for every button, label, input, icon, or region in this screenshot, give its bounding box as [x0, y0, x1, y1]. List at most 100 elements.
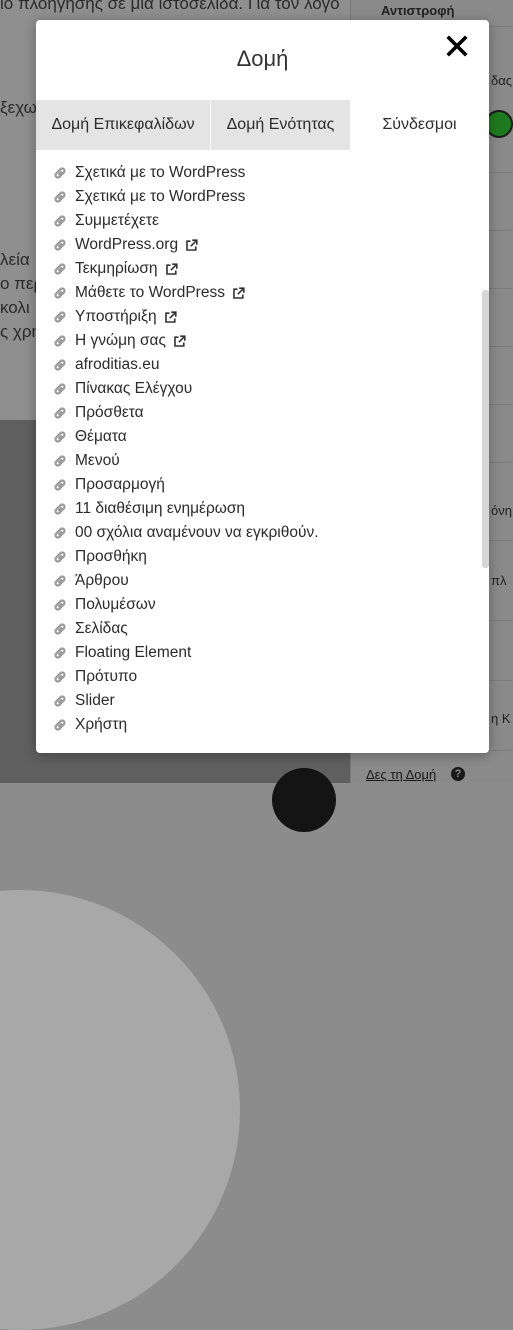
link-list-item[interactable]: Συμμετέχετε — [52, 209, 477, 233]
sidebar-text-fragment: πλ — [491, 573, 507, 588]
links-list-container[interactable]: Σχετικά με το WordPress Σχετικά με το Wor… — [36, 150, 489, 753]
background-text-fragment: κολι — [0, 298, 30, 317]
tab-section-structure[interactable]: Δομή Ενότητας — [210, 100, 350, 150]
link-label: Προσαρμογή — [75, 476, 165, 493]
link-label: Τεκμηρίωση — [75, 260, 158, 277]
link-list-item[interactable]: Προσθήκη — [52, 545, 477, 569]
close-icon[interactable] — [444, 33, 470, 59]
external-link-icon — [165, 262, 178, 276]
link-label: Η γνώμη σας — [75, 332, 166, 349]
link-icon — [52, 525, 68, 541]
link-icon — [52, 165, 68, 181]
link-label: Χρήστη — [75, 716, 128, 733]
background-avatar — [272, 768, 336, 832]
background-text-fragment: λεία — [0, 250, 30, 269]
link-label: Μενού — [75, 452, 120, 469]
link-icon — [52, 549, 68, 565]
structure-dialog: Δομή Δομή Επικεφαλίδων Δομή Ενότητας Σύν… — [36, 20, 489, 753]
link-list-item[interactable]: Μάθετε το WordPress — [52, 281, 477, 305]
link-label: Πρότυπο — [75, 668, 138, 685]
external-link-icon — [232, 286, 245, 300]
link-list-item[interactable]: 00 σχόλια αναμένουν να εγκριθούν. — [52, 521, 477, 545]
link-icon — [52, 597, 68, 613]
external-link-icon — [185, 238, 198, 252]
link-list-item[interactable]: Μενού — [52, 449, 477, 473]
link-icon — [52, 309, 68, 325]
link-list-item[interactable]: Πολυμέσων — [52, 593, 477, 617]
link-list-item[interactable]: Προσαρμογή — [52, 473, 477, 497]
link-list-item[interactable]: Πρόσθετα — [52, 401, 477, 425]
link-list-item[interactable]: Η γνώμη σας — [52, 329, 477, 353]
sidebar-title: Αντιστροφή — [381, 3, 455, 18]
link-icon — [52, 381, 68, 397]
link-icon — [52, 501, 68, 517]
link-label: afroditias.eu — [75, 356, 160, 373]
link-list-item[interactable]: Σχετικά με το WordPress — [52, 185, 477, 209]
tab-bar: Δομή Επικεφαλίδων Δομή Ενότητας Σύνδεσμο… — [36, 100, 489, 150]
link-icon — [52, 357, 68, 373]
link-label: Σχετικά με το WordPress — [75, 188, 246, 205]
external-link-icon — [164, 310, 177, 324]
link-label: Συμμετέχετε — [75, 212, 159, 229]
link-icon — [52, 717, 68, 733]
link-label: 00 σχόλια αναμένουν να εγκριθούν. — [75, 524, 319, 541]
link-list-item[interactable]: Τεκμηρίωση — [52, 257, 477, 281]
link-label: Άρθρου — [75, 572, 129, 589]
tab-heading-structure[interactable]: Δομή Επικεφαλίδων — [36, 100, 210, 150]
link-list-item[interactable]: Σχετικά με το WordPress — [52, 161, 477, 185]
link-list-item[interactable]: Σελίδας — [52, 617, 477, 641]
link-label: WordPress.org — [75, 236, 179, 253]
link-icon — [52, 573, 68, 589]
link-icon — [52, 285, 68, 301]
link-icon — [52, 621, 68, 637]
view-structure-link[interactable]: Δες τη Δομή — [366, 767, 436, 782]
link-icon — [52, 237, 68, 253]
link-label: Πρόσθετα — [75, 404, 144, 421]
background-text-fragment: ξεχω — [0, 98, 37, 117]
link-list-item[interactable]: Χρήστη — [52, 713, 477, 737]
link-icon — [52, 429, 68, 445]
link-list-item[interactable]: Υποστήριξη — [52, 305, 477, 329]
external-link-icon — [173, 334, 186, 348]
link-list-item[interactable]: WordPress.org — [52, 233, 477, 257]
link-icon — [52, 405, 68, 421]
sidebar-toggle[interactable] — [485, 110, 513, 138]
link-icon — [52, 189, 68, 205]
link-label: Πολυμέσων — [75, 596, 156, 613]
link-list-item[interactable]: Floating Element — [52, 641, 477, 665]
link-label: Θέματα — [75, 428, 127, 445]
link-label: 11 διαθέσιμη ενημέρωση — [75, 500, 246, 517]
dialog-title: Δομή — [236, 46, 289, 71]
link-icon — [52, 645, 68, 661]
link-list-item[interactable]: afroditias.eu — [52, 353, 477, 377]
link-label: Σελίδας — [75, 620, 128, 637]
link-label: Μάθετε το WordPress — [75, 284, 225, 301]
sidebar-text-fragment: η Κ — [491, 711, 511, 726]
link-icon — [52, 693, 68, 709]
link-list-item[interactable]: 11 διαθέσιμη ενημέρωση — [52, 497, 477, 521]
link-label: Slider — [75, 692, 115, 709]
link-label: Floating Element — [75, 644, 192, 661]
link-list-item[interactable]: Άρθρου — [52, 569, 477, 593]
link-icon — [52, 213, 68, 229]
link-label: Πίνακας Ελέγχου — [75, 380, 193, 397]
sidebar-text-fragment: όνη — [491, 503, 512, 518]
link-list-item[interactable]: Πίνακας Ελέγχου — [52, 377, 477, 401]
background-text-fragment: ς χρή — [0, 322, 41, 341]
link-icon — [52, 453, 68, 469]
link-label: Σχετικά με το WordPress — [75, 164, 246, 181]
background-text: ιο πλοήγησής σε μια ιστοσελίδα. Για τον … — [0, 0, 340, 13]
link-label: Προσθήκη — [75, 548, 147, 565]
link-icon — [52, 333, 68, 349]
link-icon — [52, 669, 68, 685]
link-list-item[interactable]: Πρότυπο — [52, 665, 477, 689]
link-list-item[interactable]: Slider — [52, 689, 477, 713]
help-icon[interactable]: ? — [451, 767, 465, 781]
links-list: Σχετικά με το WordPress Σχετικά με το Wor… — [52, 161, 477, 737]
link-icon — [52, 477, 68, 493]
sidebar-text-fragment: δας — [491, 73, 513, 88]
scrollbar-thumb[interactable] — [482, 290, 489, 568]
tab-links[interactable]: Σύνδεσμοι — [350, 100, 489, 150]
link-list-item[interactable]: Θέματα — [52, 425, 477, 449]
link-icon — [52, 261, 68, 277]
